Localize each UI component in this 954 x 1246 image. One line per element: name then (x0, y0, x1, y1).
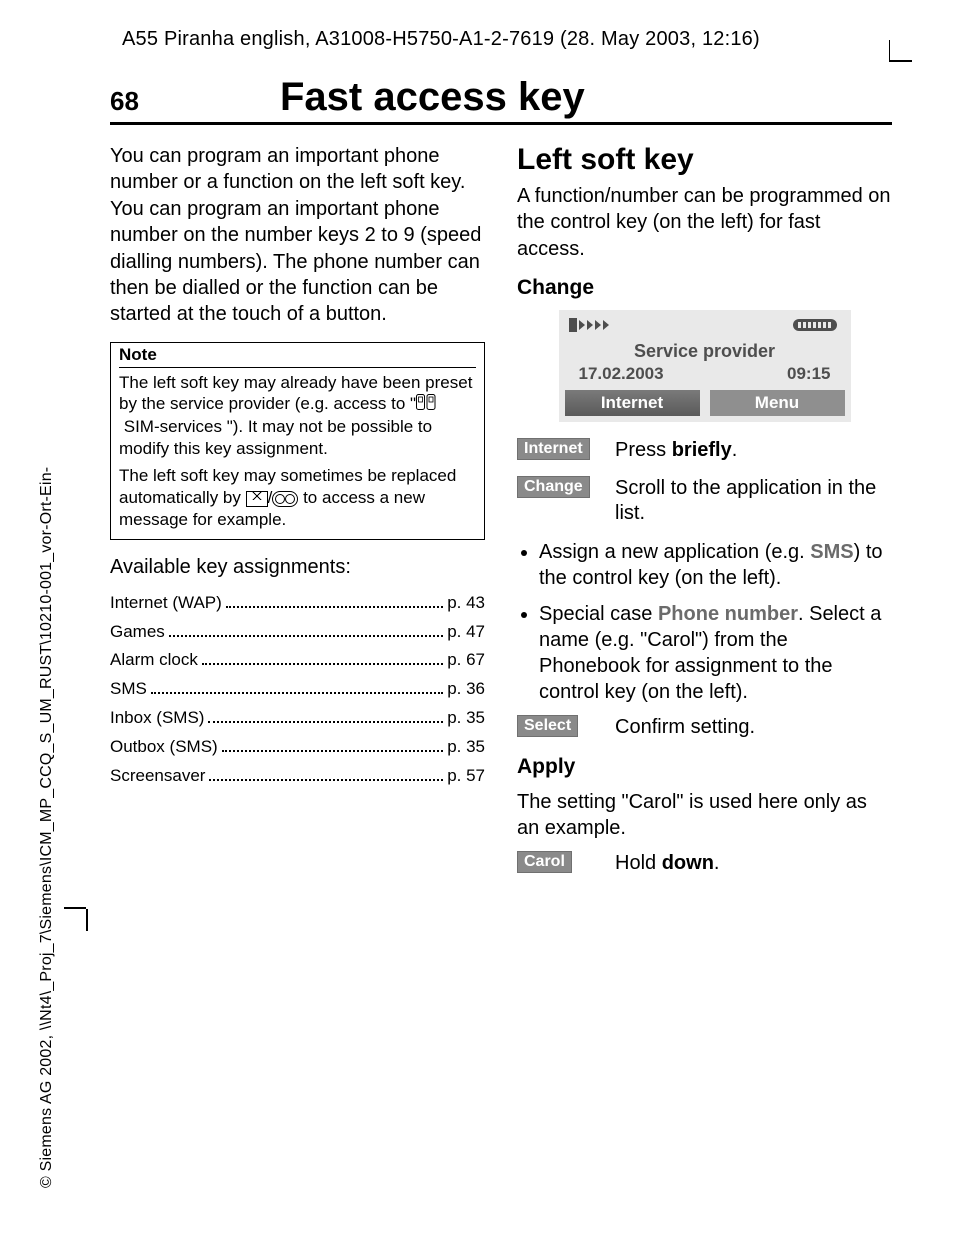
toc-page-ref: p. 67 (447, 646, 485, 675)
toc-label: Outbox (SMS) (110, 733, 218, 762)
phone-time: 09:15 (787, 364, 830, 384)
phone-softkey-left: Internet (565, 390, 700, 416)
crop-mark (86, 909, 88, 931)
toc-row: Inbox (SMS) p. 35 (110, 704, 485, 733)
step-carol: Carol Hold down. (517, 851, 892, 877)
text-fragment: Press (615, 439, 672, 461)
crop-mark (64, 907, 86, 909)
toc-label: Inbox (SMS) (110, 704, 204, 733)
text-emphasis: SMS (810, 541, 853, 563)
toc-page-ref: p. 35 (447, 704, 485, 733)
toc-label: Internet (WAP) (110, 589, 222, 618)
right-column: Left soft key A function/number can be p… (517, 143, 892, 889)
softkey-label-internet: Internet (517, 438, 590, 460)
signal-icon (569, 318, 613, 337)
toc-row: Outbox (SMS) p. 35 (110, 733, 485, 762)
apply-subheading: Apply (517, 755, 892, 779)
left-column: You can program an important phone numbe… (110, 143, 485, 889)
text-bold: briefly (672, 439, 732, 461)
bullet-list: Assign a new application (e.g. SMS) to t… (517, 539, 892, 705)
envelope-icon (246, 491, 268, 507)
intro-paragraph: You can program an important phone numbe… (110, 143, 485, 328)
phone-date: 17.02.2003 (579, 364, 664, 384)
left-soft-key-heading: Left soft key (517, 143, 892, 177)
toc-page-ref: p. 57 (447, 762, 485, 791)
text-fragment: Assign a new application (e.g. (539, 541, 810, 563)
crop-mark (889, 40, 891, 62)
toc-leader-dots (222, 735, 443, 752)
toc-page-ref: p. 43 (447, 589, 485, 618)
softkey-label-change: Change (517, 476, 590, 498)
document-header-line: A55 Piranha english, A31008-H5750-A1-2-7… (122, 28, 892, 51)
toc-leader-dots (202, 648, 443, 665)
toc-label: SMS (110, 675, 147, 704)
battery-icon (791, 318, 841, 337)
toc-page-ref: p. 35 (447, 733, 485, 762)
phone-status-bar (565, 316, 845, 339)
step-change-text: Scroll to the application in the list. (615, 476, 892, 527)
toc-label: Screensaver (110, 762, 205, 791)
step-select: Select Confirm setting. (517, 715, 892, 741)
text-fragment: Hold (615, 852, 662, 874)
softkey-label-select: Select (517, 715, 578, 737)
toc-label: Alarm clock (110, 646, 198, 675)
toc-page-ref: p. 47 (447, 618, 485, 647)
phone-softkey-row: Internet Menu (565, 390, 845, 416)
toc-leader-dots (169, 619, 443, 636)
step-change: Change Scroll to the application in the … (517, 476, 892, 527)
left-soft-key-intro: A function/number can be programmed on t… (517, 183, 892, 262)
phone-softkey-right: Menu (710, 390, 845, 416)
toc-leader-dots (226, 590, 443, 607)
text-fragment: Special case (539, 603, 658, 625)
text-emphasis: Phone number (658, 603, 798, 625)
note-paragraph-1: The left soft key may already have been … (119, 372, 476, 460)
softkey-label-carol: Carol (517, 851, 572, 873)
bullet-item: Special case Phone number. Select a name… (539, 601, 892, 705)
toc-row: SMS p. 36 (110, 675, 485, 704)
toc-leader-dots (151, 677, 443, 694)
page-heading: 68 Fast access key (110, 75, 892, 125)
page-title: Fast access key (280, 75, 892, 120)
available-assignments-heading: Available key assignments: (110, 556, 485, 579)
note-title: Note (119, 345, 476, 368)
change-subheading: Change (517, 276, 892, 300)
apply-text: The setting "Carol" is used here only as… (517, 789, 892, 842)
page-number: 68 (110, 86, 280, 117)
note-paragraph-2: The left soft key may sometimes be repla… (119, 465, 476, 530)
phone-datetime-row: 17.02.2003 09:15 (565, 362, 845, 390)
step-select-text: Confirm setting. (615, 715, 892, 741)
phone-screen-illustration: Service provider 17.02.2003 09:15 Intern… (559, 310, 851, 422)
toc-row: Internet (WAP) p. 43 (110, 589, 485, 618)
toc-page-ref: p. 36 (447, 675, 485, 704)
step-carol-text: Hold down. (615, 851, 892, 877)
toc-leader-dots (209, 764, 443, 781)
note-box: Note The left soft key may already have … (110, 342, 485, 540)
note-text-fragment: SIM-services (124, 417, 222, 436)
side-copyright-text: © Siemens AG 2002, \\Nt4\_Proj_7\Siemens… (38, 188, 56, 1188)
step-internet: Internet Press briefly. (517, 438, 892, 464)
assignments-list: Internet (WAP) p. 43 Games p. 47 Alarm c… (110, 589, 485, 791)
voicemail-icon (272, 491, 298, 507)
text-fragment: . (714, 852, 720, 874)
phone-provider-text: Service provider (565, 339, 845, 362)
sim-services-icon (416, 394, 436, 416)
text-bold: down (662, 852, 714, 874)
bullet-item: Assign a new application (e.g. SMS) to t… (539, 539, 892, 591)
toc-label: Games (110, 618, 165, 647)
toc-leader-dots (208, 706, 443, 723)
toc-row: Alarm clock p. 67 (110, 646, 485, 675)
toc-row: Games p. 47 (110, 618, 485, 647)
toc-row: Screensaver p. 57 (110, 762, 485, 791)
text-fragment: . (732, 439, 738, 461)
crop-mark (890, 60, 912, 62)
step-internet-text: Press briefly. (615, 438, 892, 464)
